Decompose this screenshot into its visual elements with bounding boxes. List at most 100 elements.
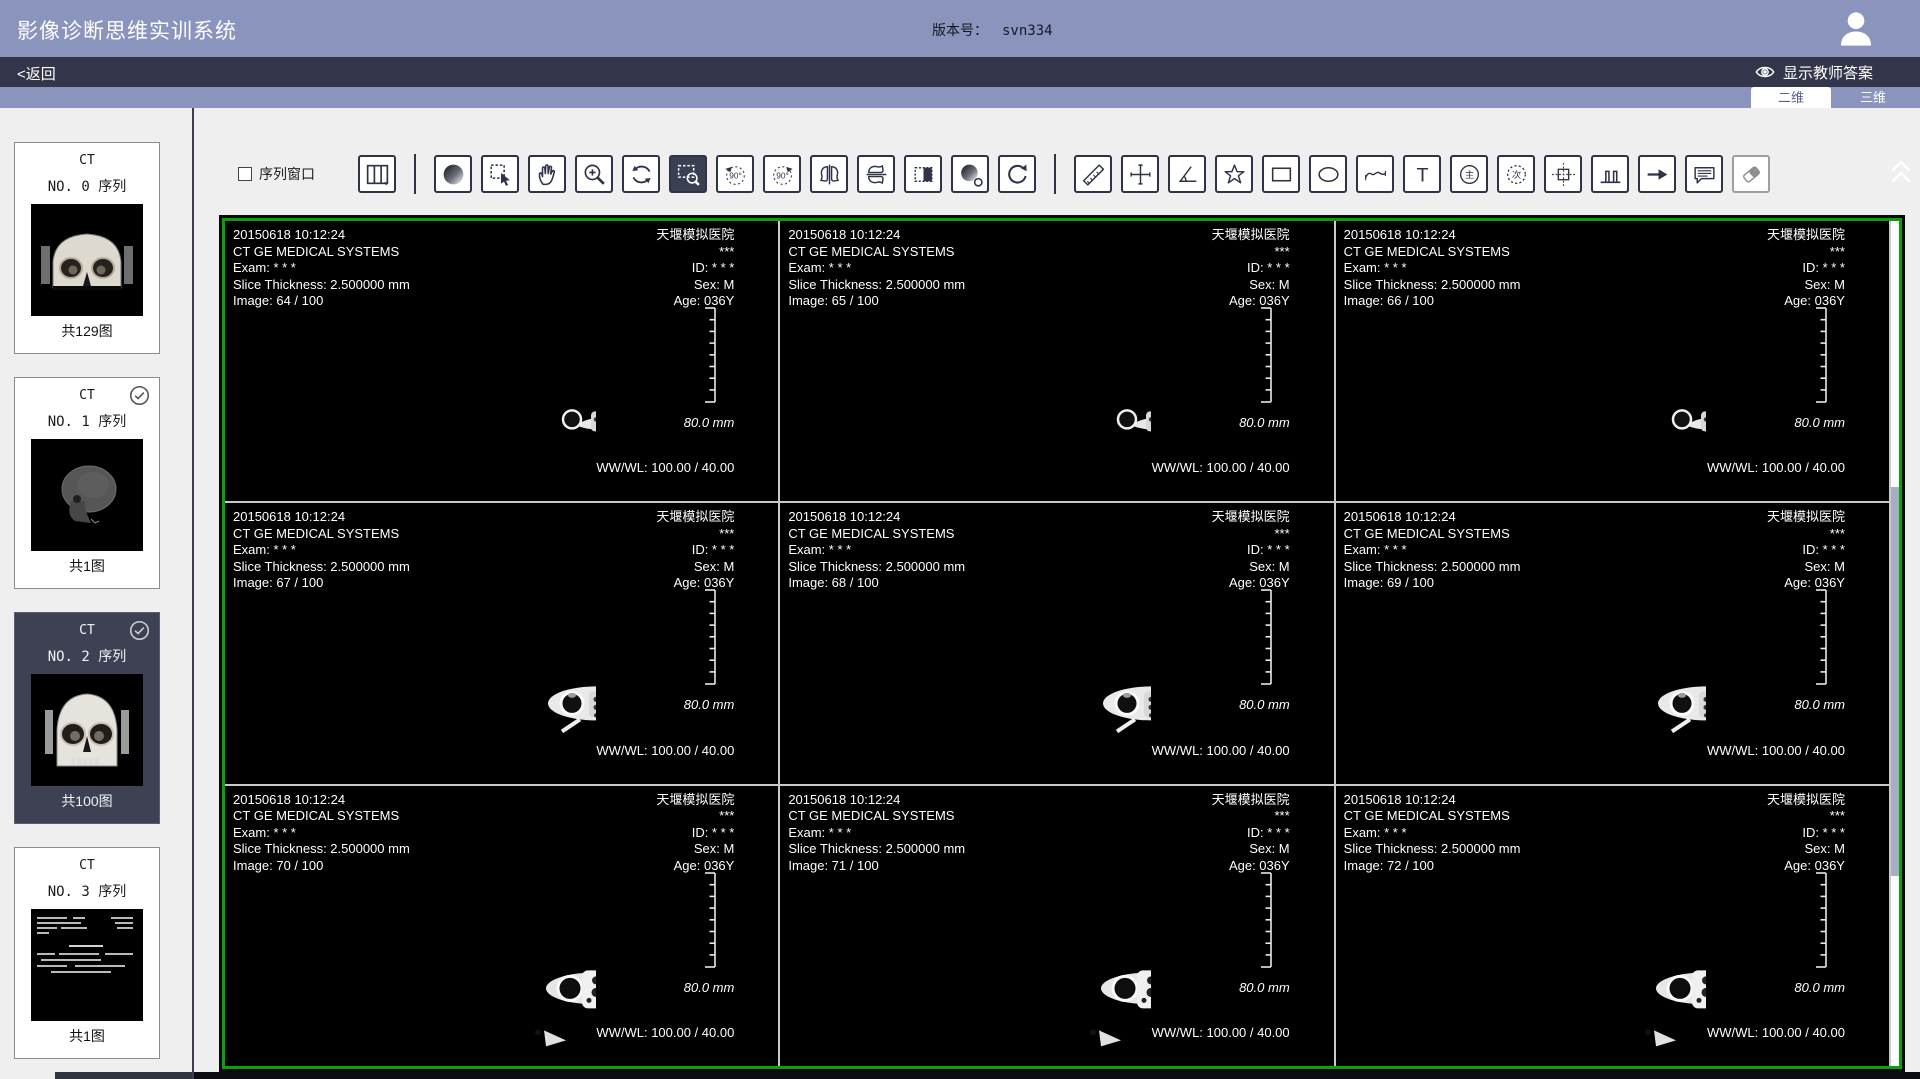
collapse-toolbar-icon[interactable] xyxy=(1888,158,1914,188)
eraser-button[interactable] xyxy=(1732,155,1770,193)
svg-text:90°: 90° xyxy=(729,170,742,180)
cell-slice-thickness: Slice Thickness: 2.500000 mm xyxy=(1344,559,1521,576)
viewport-cell[interactable]: 20150618 10:12:24 CT GE MEDICAL SYSTEMS … xyxy=(225,221,778,501)
flip-horizontal-button[interactable] xyxy=(810,155,848,193)
flip-horizontal-icon xyxy=(816,161,843,188)
viewport-cell[interactable]: 20150618 10:12:24 CT GE MEDICAL SYSTEMS … xyxy=(225,786,778,1066)
cell-hospital: 天堰模拟医院 xyxy=(656,227,734,244)
show-teacher-answer-button[interactable]: 显示教师答案 xyxy=(1754,61,1873,83)
marker-secondary-button[interactable]: 次 xyxy=(1497,155,1535,193)
scale-label: 80.0 mm xyxy=(1794,415,1845,430)
angle-button[interactable] xyxy=(1168,155,1206,193)
cell-slice-thickness: Slice Thickness: 2.500000 mm xyxy=(1344,277,1521,294)
zoom-button[interactable] xyxy=(575,155,613,193)
cell-hospital: 天堰模拟医院 xyxy=(1767,227,1845,244)
cell-scanner: CT GE MEDICAL SYSTEMS xyxy=(1344,526,1521,543)
cell-exam: Exam: * * * xyxy=(1344,260,1521,277)
svg-text:次: 次 xyxy=(1511,169,1520,180)
footer-strip xyxy=(194,1072,1920,1079)
cell-overlay-right: 天堰模拟医院 *** ID: * * * Sex: M Age: 036Y xyxy=(1767,509,1845,592)
cell-datetime: 20150618 10:12:24 xyxy=(788,509,965,526)
cell-overlay-left: 20150618 10:12:24 CT GE MEDICAL SYSTEMS … xyxy=(1344,509,1521,592)
cell-datetime: 20150618 10:12:24 xyxy=(788,792,965,809)
angle-icon xyxy=(1174,161,1201,188)
select-button[interactable] xyxy=(481,155,519,193)
viewport-cell[interactable]: 20150618 10:12:24 CT GE MEDICAL SYSTEMS … xyxy=(225,503,778,783)
tab-3d[interactable]: 三维 xyxy=(1833,87,1913,108)
invert-button[interactable] xyxy=(904,155,942,193)
cell-patient-id: ID: * * * xyxy=(1767,825,1845,842)
rectangle-button[interactable] xyxy=(1262,155,1300,193)
series-name: NO. 3 序列 xyxy=(15,881,159,901)
profile-button[interactable] xyxy=(1591,155,1629,193)
nav-bar: <返回 显示教师答案 xyxy=(0,57,1920,87)
cell-window-level: WW/WL: 100.00 / 40.00 xyxy=(596,1025,734,1040)
cell-sex: Sex: M xyxy=(656,841,734,858)
viewport-cell[interactable]: 20150618 10:12:24 CT GE MEDICAL SYSTEMS … xyxy=(1336,503,1889,783)
toolbar-separator xyxy=(414,154,416,194)
series-card[interactable]: CT NO. 3 序列 共1图 xyxy=(14,847,160,1059)
viewport-cell[interactable]: 20150618 10:12:24 CT GE MEDICAL SYSTEMS … xyxy=(780,503,1333,783)
viewport-cell[interactable]: 20150618 10:12:24 CT GE MEDICAL SYSTEMS … xyxy=(1336,786,1889,1066)
ellipse-button[interactable] xyxy=(1309,155,1347,193)
flip-vertical-button[interactable] xyxy=(857,155,895,193)
cell-exam: Exam: * * * xyxy=(233,825,410,842)
window-level-button[interactable] xyxy=(434,155,472,193)
scrollbar-thumb[interactable] xyxy=(1891,487,1899,876)
tab-2d[interactable]: 二维 xyxy=(1751,87,1831,108)
pan-button[interactable] xyxy=(528,155,566,193)
cell-slice-thickness: Slice Thickness: 2.500000 mm xyxy=(233,277,410,294)
check-circle-icon xyxy=(129,385,150,406)
curve-button[interactable] xyxy=(1356,155,1394,193)
show-teacher-answer-label: 显示教师答案 xyxy=(1783,62,1873,83)
cell-overlay-right: 天堰模拟医院 *** ID: * * * Sex: M Age: 036Y xyxy=(1212,792,1290,875)
cell-exam: Exam: * * * xyxy=(788,825,965,842)
text-button[interactable]: T xyxy=(1403,155,1441,193)
cell-patient-id: ID: * * * xyxy=(1767,260,1845,277)
rotate-cycle-button[interactable] xyxy=(622,155,660,193)
text-icon: T xyxy=(1409,161,1436,188)
scale-label: 80.0 mm xyxy=(684,415,735,430)
back-button[interactable]: <返回 xyxy=(17,63,56,84)
series-thumbnail xyxy=(31,439,143,551)
select-arrow-icon xyxy=(487,161,514,188)
cell-hospital: 天堰模拟医院 xyxy=(656,509,734,526)
window-reset-button[interactable] xyxy=(951,155,989,193)
cell-scanner: CT GE MEDICAL SYSTEMS xyxy=(1344,808,1521,825)
zoom-region-button[interactable] xyxy=(669,155,707,193)
series-card[interactable]: CT NO. 0 序列 共129图 xyxy=(14,142,160,354)
ruler-button[interactable] xyxy=(1074,155,1112,193)
cell-hospital: 天堰模拟医院 xyxy=(656,792,734,809)
layout-button[interactable] xyxy=(358,155,396,193)
viewport-cell[interactable]: 20150618 10:12:24 CT GE MEDICAL SYSTEMS … xyxy=(780,786,1333,1066)
series-window-checkbox[interactable] xyxy=(238,167,252,181)
cell-scanner: CT GE MEDICAL SYSTEMS xyxy=(1344,244,1521,261)
cell-overlay-left: 20150618 10:12:24 CT GE MEDICAL SYSTEMS … xyxy=(788,509,965,592)
comment-button[interactable] xyxy=(1685,155,1723,193)
series-card[interactable]: CT NO. 2 序列 共100图 xyxy=(14,612,160,824)
cell-scanner: CT GE MEDICAL SYSTEMS xyxy=(233,526,410,543)
user-avatar-icon[interactable] xyxy=(1836,9,1876,49)
reset-button[interactable] xyxy=(998,155,1036,193)
roi-box-button[interactable] xyxy=(1544,155,1582,193)
scale-ruler-icon xyxy=(1813,589,1829,685)
viewport-cell[interactable]: 20150618 10:12:24 CT GE MEDICAL SYSTEMS … xyxy=(780,221,1333,501)
scale-ruler-icon xyxy=(1258,872,1274,968)
grid-scrollbar[interactable] xyxy=(1889,221,1899,1066)
rotate-ccw-90-button[interactable]: 90° xyxy=(716,155,754,193)
series-card[interactable]: CT NO. 1 序列 共1图 xyxy=(14,377,160,589)
viewport-cell[interactable]: 20150618 10:12:24 CT GE MEDICAL SYSTEMS … xyxy=(1336,221,1889,501)
rotate-cw-90-button[interactable]: 90° xyxy=(763,155,801,193)
cell-overlay-left: 20150618 10:12:24 CT GE MEDICAL SYSTEMS … xyxy=(788,227,965,310)
cell-window-level: WW/WL: 100.00 / 40.00 xyxy=(1152,743,1290,758)
marker-main-button[interactable]: 主 xyxy=(1450,155,1488,193)
scale-zone: 80.0 mm xyxy=(684,589,735,712)
hand-icon xyxy=(534,161,561,188)
crosshair-button[interactable] xyxy=(1121,155,1159,193)
arrow-button[interactable] xyxy=(1638,155,1676,193)
cell-scanner: CT GE MEDICAL SYSTEMS xyxy=(233,808,410,825)
star-button[interactable] xyxy=(1215,155,1253,193)
scale-ruler-icon xyxy=(702,589,718,685)
cell-window-level: WW/WL: 100.00 / 40.00 xyxy=(1707,460,1845,475)
rotate-ccw-90-icon: 90° xyxy=(722,161,749,188)
